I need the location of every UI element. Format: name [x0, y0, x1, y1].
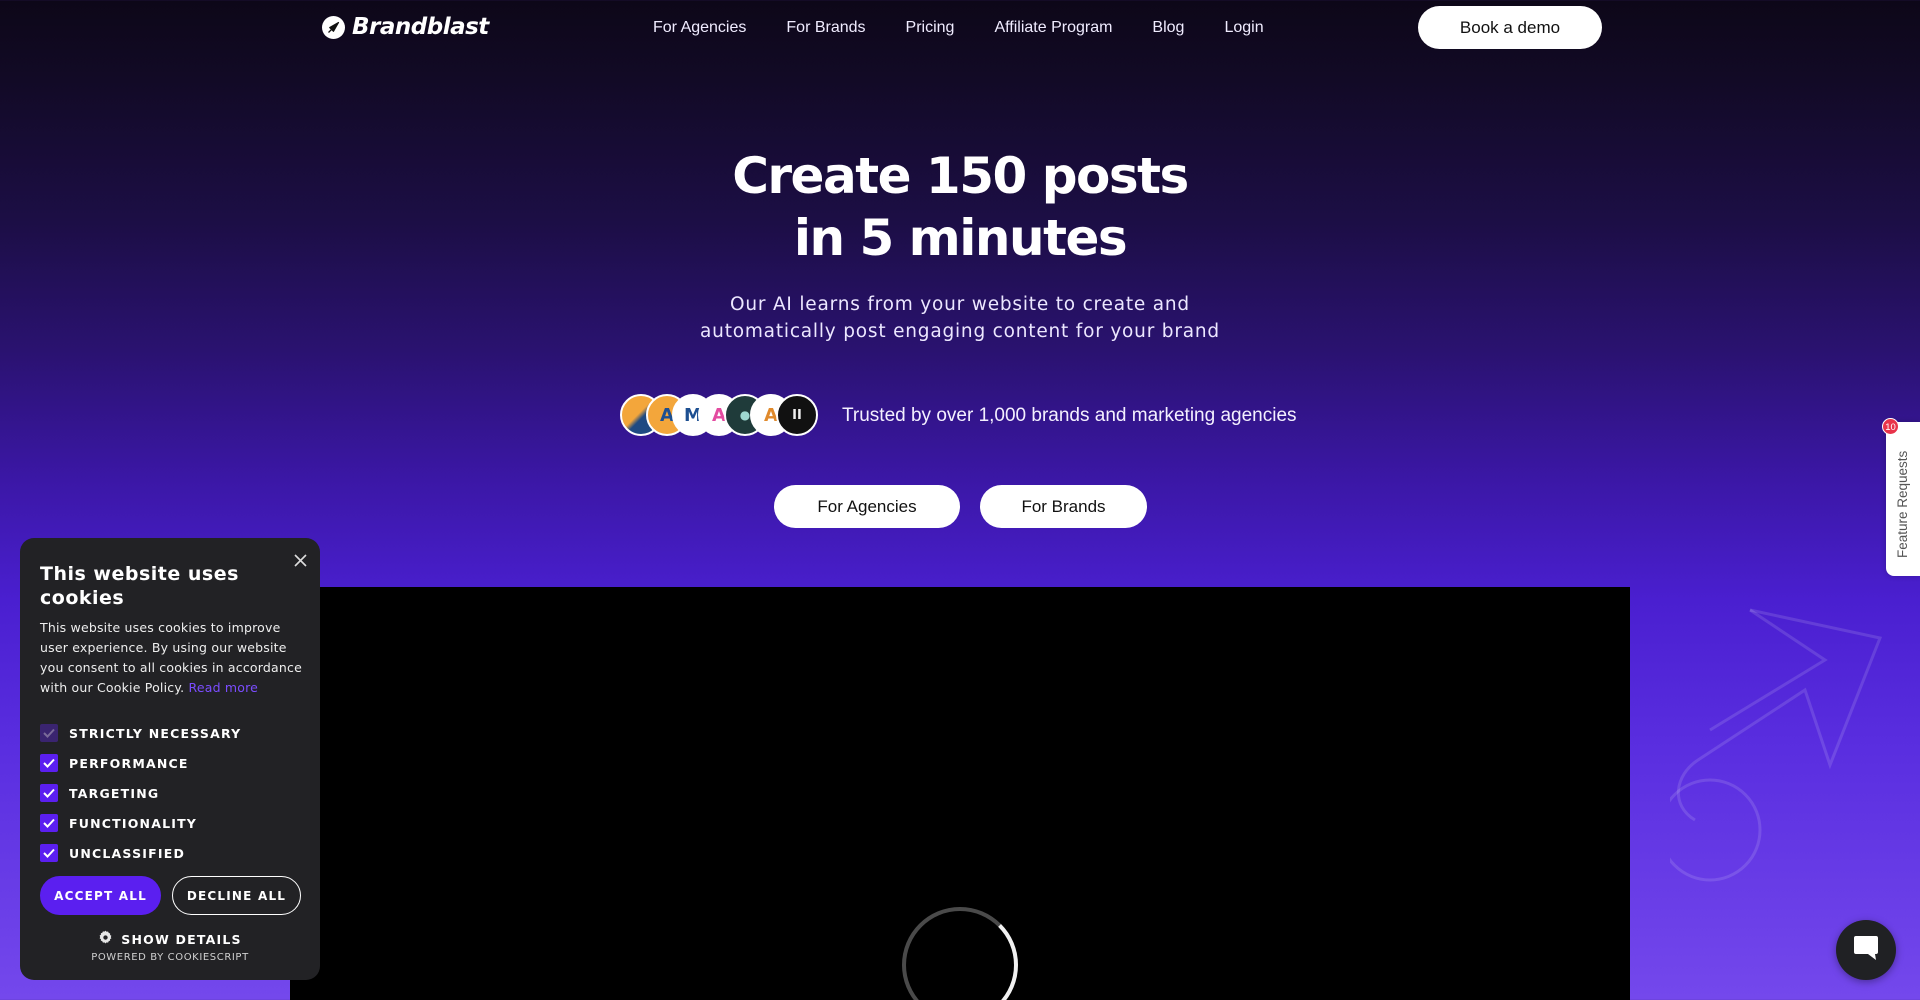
checkbox-targeting[interactable] [40, 784, 58, 802]
option-label: STRICTLY NECESSARY [69, 725, 242, 741]
option-label: FUNCTIONALITY [69, 815, 198, 831]
nav-link-login[interactable]: Login [1224, 19, 1263, 37]
chat-launcher-button[interactable] [1836, 920, 1896, 980]
brand-avatar: II [776, 394, 818, 436]
rocket-icon [322, 15, 345, 39]
feature-requests-tab[interactable]: Feature Requests [1886, 422, 1920, 576]
book-demo-button[interactable]: Book a demo [1418, 6, 1602, 49]
cookie-body-text: This website uses cookies to improve use… [40, 620, 302, 695]
chat-icon [1851, 934, 1881, 967]
hero-title: Create 150 posts in 5 minutes [560, 145, 1360, 269]
checkbox-functionality[interactable] [40, 814, 58, 832]
nav-link-pricing[interactable]: Pricing [906, 19, 955, 37]
loading-spinner-icon [902, 907, 1018, 1000]
checkbox-unclassified[interactable] [40, 844, 58, 862]
option-label: PERFORMANCE [69, 755, 189, 771]
show-details-label: SHOW DETAILS [121, 932, 242, 947]
option-label: TARGETING [69, 785, 160, 801]
hero-subtitle-line-1: Our AI learns from your website to creat… [730, 294, 1190, 315]
cookie-option-unclassified[interactable]: UNCLASSIFIED [40, 838, 241, 868]
cookie-option-targeting[interactable]: TARGETING [40, 778, 241, 808]
nav-links: For Agencies For Brands Pricing Affiliat… [653, 19, 1264, 37]
for-brands-button[interactable]: For Brands [980, 485, 1147, 528]
cookie-option-strictly-necessary: STRICTLY NECESSARY [40, 718, 241, 748]
cookie-options: STRICTLY NECESSARY PERFORMANCE TARGETING… [40, 718, 241, 868]
demo-video-player[interactable] [290, 587, 1630, 1000]
nav-link-affiliate-program[interactable]: Affiliate Program [994, 19, 1112, 37]
nav-link-blog[interactable]: Blog [1152, 19, 1184, 37]
decorative-arrow-icon [1670, 608, 1883, 882]
for-agencies-button[interactable]: For Agencies [774, 485, 960, 528]
cookie-option-functionality[interactable]: FUNCTIONALITY [40, 808, 241, 838]
trust-row: A M A ● A II Trusted by over 1,000 brand… [620, 394, 1297, 438]
checkbox-performance[interactable] [40, 754, 58, 772]
powered-by-text: POWERED BY COOKIESCRIPT [91, 952, 249, 963]
cookie-option-performance[interactable]: PERFORMANCE [40, 748, 241, 778]
gear-icon [98, 930, 113, 949]
hero-title-line-2: in 5 minutes [793, 209, 1128, 267]
show-details-toggle[interactable]: SHOW DETAILS [20, 930, 320, 949]
brand-avatars: A M A ● A II [620, 394, 820, 438]
nav-link-for-agencies[interactable]: For Agencies [653, 19, 746, 37]
hero-cta-row: For Agencies For Brands [774, 485, 1147, 528]
top-nav: Brandblast For Agencies For Brands Prici… [0, 0, 1920, 56]
trust-text: Trusted by over 1,000 brands and marketi… [842, 405, 1297, 426]
feature-requests-label: Feature Requests [1895, 450, 1910, 558]
cookie-buttons: ACCEPT ALL DECLINE ALL [40, 876, 301, 915]
accept-all-button[interactable]: ACCEPT ALL [40, 876, 161, 915]
hero-title-line-1: Create 150 posts [732, 147, 1189, 205]
hero-subtitle-line-2: automatically post engaging content for … [700, 321, 1220, 342]
cookie-title: This website uses cookies [40, 563, 239, 609]
logo-text: Brandblast [352, 14, 489, 40]
read-more-link[interactable]: Read more [189, 680, 259, 695]
close-icon[interactable] [290, 550, 310, 570]
hero-subtitle: Our AI learns from your website to creat… [660, 291, 1260, 345]
cookie-description: This website uses cookies to improve use… [40, 618, 308, 698]
decline-all-button[interactable]: DECLINE ALL [172, 876, 301, 915]
brand-logo[interactable]: Brandblast [322, 14, 489, 40]
option-label: UNCLASSIFIED [69, 845, 186, 861]
checkbox-strictly-necessary [40, 724, 58, 742]
cookie-consent-panel: This website uses cookies This website u… [20, 538, 320, 980]
feature-requests-badge: 10 [1882, 418, 1899, 435]
nav-link-for-brands[interactable]: For Brands [786, 19, 865, 37]
